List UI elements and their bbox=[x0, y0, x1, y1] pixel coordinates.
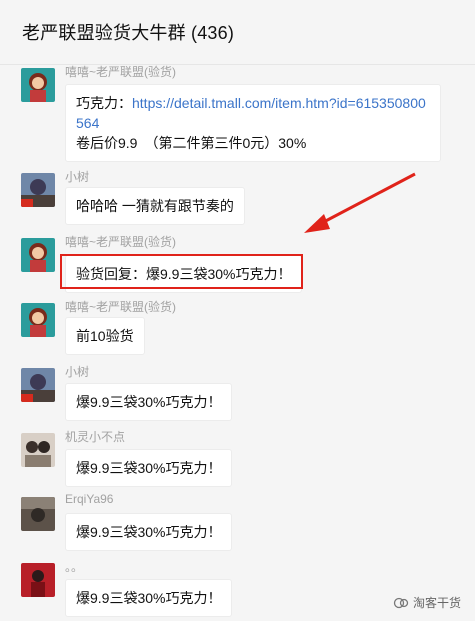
annotation-arrow bbox=[304, 172, 416, 233]
wechat-official-account-icon bbox=[393, 597, 409, 608]
watermark: 淘客干货 bbox=[393, 594, 461, 611]
watermark-text: 淘客干货 bbox=[412, 596, 461, 610]
